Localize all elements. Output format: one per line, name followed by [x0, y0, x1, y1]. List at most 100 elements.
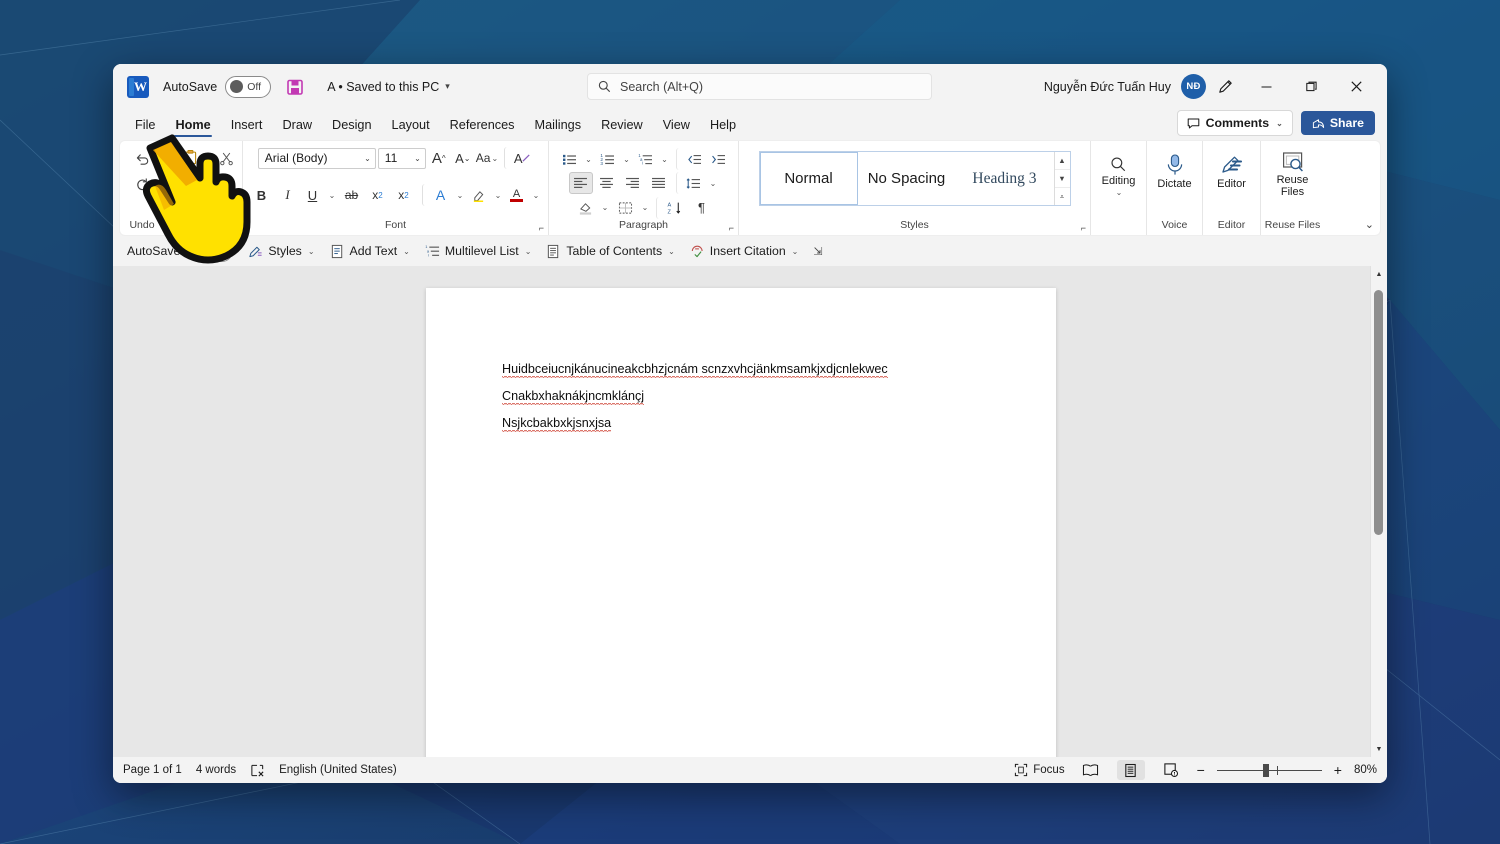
- change-case-chevron-down-icon[interactable]: ⌄: [491, 154, 498, 163]
- ribbon-collapse-chevron-down-icon[interactable]: ⌄: [1365, 218, 1374, 231]
- tab-layout[interactable]: Layout: [382, 114, 440, 137]
- autosave-toggle[interactable]: Off: [225, 75, 272, 98]
- tab-view[interactable]: View: [653, 114, 700, 137]
- save-icon[interactable]: [285, 77, 305, 97]
- copy-button[interactable]: [179, 169, 203, 191]
- maximize-restore-button[interactable]: [1289, 71, 1334, 103]
- sort-button[interactable]: AZ: [655, 196, 686, 219]
- style-normal[interactable]: Normal: [759, 152, 858, 205]
- focus-button[interactable]: Focus: [1014, 763, 1065, 777]
- format-painter-button[interactable]: [215, 172, 237, 194]
- editor-button[interactable]: Editor: [1208, 151, 1256, 190]
- text-effects-button[interactable]: A: [421, 184, 452, 206]
- tab-draw[interactable]: Draw: [272, 114, 322, 137]
- qat-autosave-toggle[interactable]: Off: [187, 240, 234, 262]
- reuse-files-button[interactable]: Reuse Files: [1264, 149, 1322, 198]
- zoom-slider-thumb[interactable]: [1262, 763, 1269, 777]
- align-left-button[interactable]: [568, 172, 593, 195]
- scrollbar-thumb[interactable]: [1374, 290, 1383, 535]
- bullets-chevron-down-icon[interactable]: ⌄: [582, 148, 594, 170]
- zoom-level[interactable]: 80%: [1354, 764, 1377, 776]
- document-page[interactable]: Huidbceiucnjkánucineakcbhzjcnám scnzxvhc…: [426, 288, 1056, 757]
- text-effects-chevron-down-icon[interactable]: ⌄: [454, 184, 466, 206]
- shrink-font-button[interactable]: A ⌄: [452, 147, 474, 169]
- vertical-scrollbar[interactable]: ▲ ▼: [1370, 266, 1387, 757]
- document-line[interactable]: Cnakbxhaknákjncmklánçj: [502, 389, 645, 405]
- increase-indent-button[interactable]: [707, 148, 729, 170]
- qat-multilevel-list-chevron-down-icon[interactable]: ⌄: [525, 247, 532, 256]
- web-layout-button[interactable]: [1157, 760, 1185, 780]
- qat-insert-citation-chevron-down-icon[interactable]: ⌄: [792, 247, 799, 256]
- avatar[interactable]: NĐ: [1181, 74, 1206, 99]
- editing-chevron-down-icon[interactable]: ⌄: [1116, 188, 1123, 197]
- styles-more-icon[interactable]: ⩡: [1054, 187, 1070, 205]
- font-size-input[interactable]: 11 ⌄: [377, 147, 426, 169]
- styles-gallery[interactable]: Normal No Spacing Heading 3 ▲ ▼ ⩡: [758, 151, 1071, 206]
- pen-annotate-icon[interactable]: [1206, 71, 1244, 103]
- tab-review[interactable]: Review: [591, 114, 653, 137]
- font-color-button[interactable]: A: [506, 184, 528, 206]
- clear-formatting-button[interactable]: A: [504, 147, 533, 169]
- qat-multilevel-list[interactable]: 1ai Multilevel List ⌄: [419, 240, 538, 263]
- undo-button[interactable]: [131, 147, 153, 169]
- zoom-in-button[interactable]: +: [1334, 762, 1342, 778]
- tab-file[interactable]: File: [125, 114, 165, 137]
- minimize-button[interactable]: [1244, 71, 1289, 103]
- style-heading-3[interactable]: Heading 3: [956, 152, 1054, 205]
- borders-button[interactable]: [615, 197, 637, 219]
- numbering-button[interactable]: 123: [596, 148, 618, 170]
- numbering-chevron-down-icon[interactable]: ⌄: [620, 148, 632, 170]
- scroll-down-arrow-icon[interactable]: ▼: [1371, 741, 1387, 757]
- change-case-button[interactable]: Aa ⌄: [476, 147, 498, 169]
- grow-font-button[interactable]: A ^: [428, 147, 450, 169]
- word-count[interactable]: 4 words: [196, 764, 236, 776]
- comments-button[interactable]: Comments ⌄: [1176, 110, 1293, 136]
- cut-button[interactable]: [215, 147, 237, 169]
- tab-references[interactable]: References: [440, 114, 525, 137]
- qat-styles[interactable]: Styles ⌄: [242, 240, 320, 263]
- document-text-body[interactable]: Huidbceiucnjkánucineakcbhzjcnám scnzxvhc…: [426, 288, 1056, 441]
- qat-autosave[interactable]: AutoSave Off: [121, 240, 239, 263]
- italic-button[interactable]: I: [276, 184, 300, 206]
- line-spacing-button[interactable]: [675, 172, 705, 195]
- styles-scroll-up-icon[interactable]: ▲: [1055, 152, 1070, 169]
- decrease-indent-button[interactable]: [676, 148, 705, 170]
- highlight-chevron-down-icon[interactable]: ⌄: [492, 184, 504, 206]
- spellcheck-icon[interactable]: [250, 763, 265, 778]
- underline-chevron-down-icon[interactable]: ⌄: [326, 184, 338, 206]
- bullets-button[interactable]: [558, 148, 580, 170]
- font-size-chevron-down-icon[interactable]: ⌄: [414, 154, 421, 163]
- superscript-button[interactable]: x2: [392, 184, 416, 206]
- font-name-chevron-down-icon[interactable]: ⌄: [364, 154, 371, 163]
- tab-mailings[interactable]: Mailings: [525, 114, 592, 137]
- editing-button[interactable]: Editing ⌄: [1095, 153, 1143, 197]
- font-color-chevron-down-icon[interactable]: ⌄: [530, 184, 542, 206]
- strikethrough-button[interactable]: ab: [340, 184, 364, 206]
- clipboard-dialog-launcher[interactable]: ⌐: [207, 223, 212, 233]
- text-highlight-button[interactable]: [468, 184, 490, 206]
- multilevel-list-button[interactable]: 1ai: [634, 148, 656, 170]
- qat-add-text-chevron-down-icon[interactable]: ⌄: [403, 247, 410, 256]
- bold-button[interactable]: B: [250, 184, 274, 206]
- underline-button[interactable]: U: [302, 184, 324, 206]
- styles-dialog-launcher[interactable]: ⌐: [1081, 223, 1086, 233]
- tab-design[interactable]: Design: [322, 114, 382, 137]
- subscript-button[interactable]: x2: [366, 184, 390, 206]
- font-dialog-launcher[interactable]: ⌐: [539, 223, 544, 233]
- qat-table-of-contents[interactable]: Table of Contents ⌄: [540, 240, 680, 263]
- qat-table-of-contents-chevron-down-icon[interactable]: ⌄: [668, 247, 675, 256]
- print-layout-button[interactable]: [1116, 760, 1145, 780]
- tab-help[interactable]: Help: [700, 114, 746, 137]
- style-no-spacing[interactable]: No Spacing: [858, 152, 956, 205]
- zoom-slider[interactable]: [1216, 763, 1322, 777]
- page-count[interactable]: Page 1 of 1: [123, 764, 182, 776]
- zoom-out-button[interactable]: −: [1197, 762, 1205, 778]
- qat-insert-citation[interactable]: Insert Citation ⌄: [684, 240, 805, 263]
- dictate-button[interactable]: Dictate: [1151, 151, 1199, 190]
- qat-styles-chevron-down-icon[interactable]: ⌄: [308, 247, 315, 256]
- scroll-up-arrow-icon[interactable]: ▲: [1371, 266, 1387, 282]
- shading-button[interactable]: [575, 197, 597, 219]
- line-spacing-chevron-down-icon[interactable]: ⌄: [707, 172, 719, 194]
- document-line[interactable]: Nsjkcbakbxkjsnxjsa: [502, 416, 612, 432]
- borders-chevron-down-icon[interactable]: ⌄: [639, 197, 651, 219]
